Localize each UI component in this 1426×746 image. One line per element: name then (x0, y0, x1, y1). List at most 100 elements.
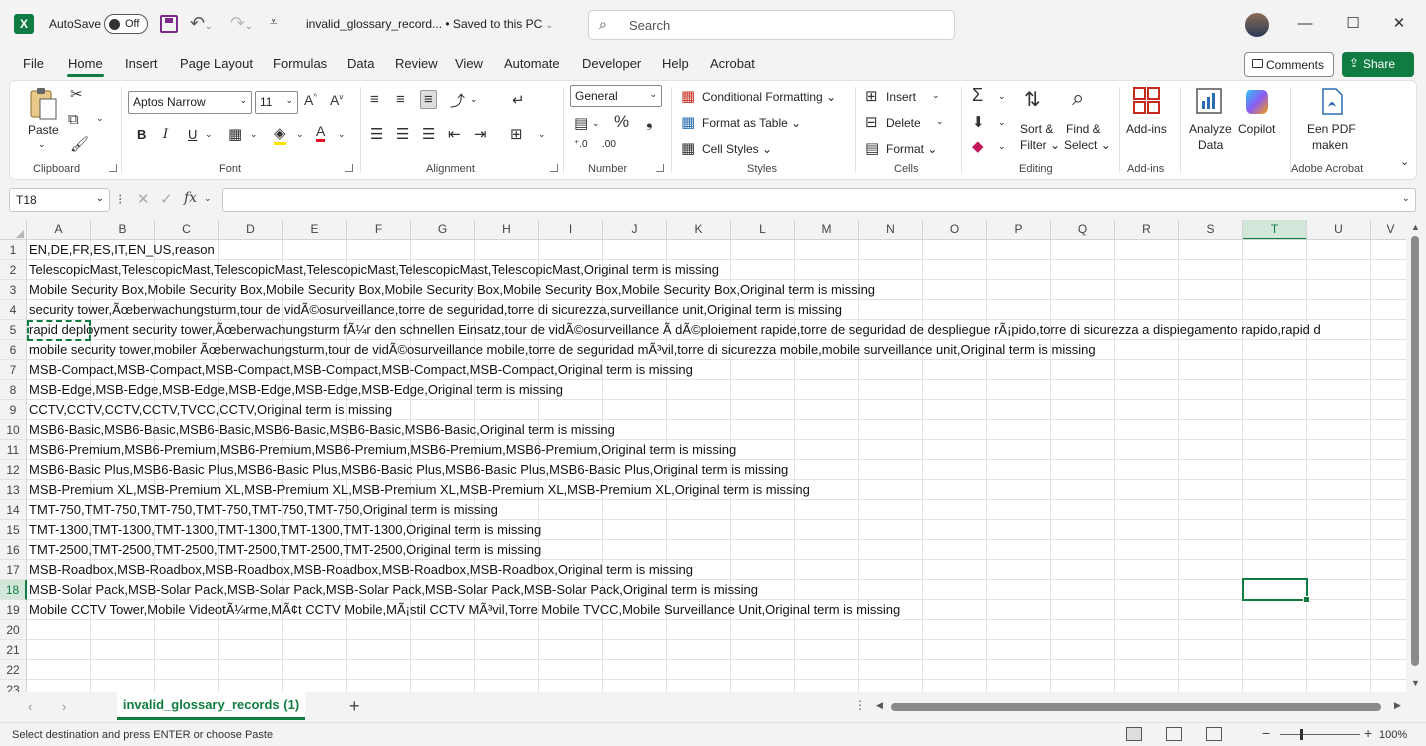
align-right-icon[interactable]: ☰ (422, 125, 435, 143)
paste-icon[interactable] (28, 87, 58, 121)
comments-button[interactable]: Comments (1244, 52, 1334, 77)
orientation-chevron-icon[interactable]: ⌄ (470, 94, 478, 105)
column-header-f[interactable]: F (347, 220, 411, 239)
align-center-icon[interactable]: ☰ (396, 125, 409, 143)
row-header[interactable]: 21 (0, 640, 27, 660)
column-header-o[interactable]: O (923, 220, 987, 239)
sort-filter-icon[interactable]: ⇅ (1024, 87, 1041, 112)
row-header[interactable]: 17 (0, 560, 27, 580)
row-cells[interactable]: mobile security tower,mobiler Ãœberwachu… (27, 340, 1406, 360)
format-as-table-button[interactable]: Format as Table ⌄ (702, 116, 801, 130)
tab-home[interactable]: Home (67, 56, 104, 77)
autosum-icon[interactable]: Σ (972, 85, 983, 106)
row-cells[interactable]: TMT-1300,TMT-1300,TMT-1300,TMT-1300,TMT-… (27, 520, 1406, 540)
row-cells[interactable]: security tower,Ãœberwachungsturm,tour de… (27, 300, 1406, 320)
column-header-h[interactable]: H (475, 220, 539, 239)
cut-icon[interactable]: ✂ (70, 85, 83, 103)
paste-label[interactable]: Paste (28, 123, 59, 137)
scroll-down-icon[interactable]: ▼ (1411, 678, 1420, 688)
tab-page-layout[interactable]: Page Layout (180, 56, 253, 71)
italic-button[interactable]: I (163, 127, 168, 142)
add-sheet-icon[interactable]: + (349, 696, 360, 717)
create-pdf-icon[interactable] (1318, 87, 1346, 117)
maximize-icon[interactable]: ☐ (1338, 10, 1368, 38)
format-cells-icon[interactable]: ▤ (865, 139, 879, 157)
row-header[interactable]: 2 (0, 260, 27, 280)
column-header-d[interactable]: D (219, 220, 283, 239)
scroll-up-icon[interactable]: ▲ (1411, 222, 1420, 232)
tab-automate[interactable]: Automate (504, 56, 560, 71)
row-header[interactable]: 14 (0, 500, 27, 520)
accounting-chevron-icon[interactable]: ⌄ (592, 118, 600, 129)
row-cells[interactable]: CCTV,CCTV,CCTV,CCTV,TVCC,CCTV,Original t… (27, 400, 1406, 420)
analyze-data-icon[interactable] (1195, 87, 1225, 117)
row-cells[interactable]: Mobile CCTV Tower,Mobile VideotÃ¼rme,MÃ¢… (27, 600, 1406, 620)
row-cells[interactable] (27, 620, 1406, 640)
vertical-scroll-thumb[interactable] (1411, 236, 1419, 666)
delete-cells-button[interactable]: Delete (886, 116, 921, 130)
tab-acrobat[interactable]: Acrobat (710, 56, 755, 71)
addins-button[interactable]: Add-ins (1126, 122, 1167, 136)
row-header[interactable]: 11 (0, 440, 27, 460)
row-cells[interactable]: MSB-Roadbox,MSB-Roadbox,MSB-Roadbox,MSB-… (27, 560, 1406, 580)
document-title[interactable]: invalid_glossary_record... • Saved to th… (306, 17, 553, 31)
row-cells[interactable]: TMT-2500,TMT-2500,TMT-2500,TMT-2500,TMT-… (27, 540, 1406, 560)
wrap-text-icon[interactable]: ↵ (512, 91, 525, 109)
row-header[interactable]: 15 (0, 520, 27, 540)
create-pdf-label-2[interactable]: maken (1312, 138, 1348, 152)
close-icon[interactable]: ✕ (1384, 10, 1414, 38)
fill-color-chevron-icon[interactable]: ⌄ (296, 129, 304, 140)
row-cells[interactable]: MSB6-Premium,MSB6-Premium,MSB6-Premium,M… (27, 440, 1406, 460)
comma-style-icon[interactable]: ❟ (646, 112, 653, 132)
row-header[interactable]: 6 (0, 340, 27, 360)
addins-icon[interactable] (1133, 87, 1161, 115)
autosum-chevron-icon[interactable]: ⌄ (998, 91, 1006, 102)
row-cells[interactable]: MSB6-Basic Plus,MSB6-Basic Plus,MSB6-Bas… (27, 460, 1406, 480)
confirm-entry-icon[interactable]: ✓ (160, 190, 173, 208)
cell-styles-button[interactable]: Cell Styles ⌄ (702, 142, 772, 156)
autosave-toggle[interactable]: Off (104, 14, 148, 34)
merge-center-icon[interactable]: ⊞ (510, 125, 523, 143)
analyze-data-label-1[interactable]: Analyze (1189, 122, 1232, 136)
font-color-icon[interactable]: A (316, 123, 326, 142)
cancel-entry-icon[interactable]: ✕ (137, 190, 150, 208)
zoom-level[interactable]: 100% (1379, 729, 1407, 741)
horizontal-scroll-thumb[interactable] (891, 703, 1381, 711)
decrease-decimal-icon[interactable]: .00 (602, 139, 616, 150)
row-cells[interactable]: MSB6-Basic,MSB6-Basic,MSB6-Basic,MSB6-Ba… (27, 420, 1406, 440)
more-options-icon[interactable]: ⁝ (118, 191, 122, 208)
copilot-button[interactable]: Copilot (1238, 122, 1275, 136)
create-pdf-label-1[interactable]: Een PDF (1307, 122, 1356, 136)
align-middle-icon[interactable]: ≡ (396, 91, 405, 108)
row-header[interactable]: 16 (0, 540, 27, 560)
column-header-r[interactable]: R (1115, 220, 1179, 239)
column-header-e[interactable]: E (283, 220, 347, 239)
analyze-data-label-2[interactable]: Data (1198, 138, 1223, 152)
conditional-formatting-button[interactable]: Conditional Formatting ⌄ (702, 90, 836, 104)
clear-icon[interactable]: ◆ (972, 137, 984, 155)
customize-quick-access-icon[interactable]: ⩡ (270, 14, 277, 30)
worksheet-grid[interactable]: ABCDEFGHIJKLMNOPQRSTUV 1 EN,DE,FR,ES,IT,E… (0, 220, 1426, 700)
column-header-u[interactable]: U (1307, 220, 1371, 239)
paste-chevron-icon[interactable]: ⌄ (38, 139, 46, 150)
column-header-q[interactable]: Q (1051, 220, 1115, 239)
find-select-label-1[interactable]: Find & (1066, 122, 1101, 136)
row-cells[interactable]: TelescopicMast,TelescopicMast,Telescopic… (27, 260, 1406, 280)
column-header-v[interactable]: V (1371, 220, 1406, 239)
collapse-ribbon-icon[interactable]: ⌄ (1400, 155, 1409, 168)
copy-icon[interactable]: ⧉ (68, 111, 79, 128)
row-header[interactable]: 1 (0, 240, 27, 260)
alignment-launcher-icon[interactable] (550, 164, 558, 172)
copilot-icon[interactable] (1242, 87, 1272, 117)
active-cell-T18[interactable] (1242, 578, 1310, 603)
row-header[interactable]: 4 (0, 300, 27, 320)
next-sheet-icon[interactable]: › (62, 699, 66, 714)
row-cells[interactable] (27, 640, 1406, 660)
share-button[interactable]: ⇪ Share (1342, 52, 1414, 77)
find-select-button[interactable]: Select ⌄ (1064, 138, 1111, 152)
column-header-p[interactable]: P (987, 220, 1051, 239)
tab-view[interactable]: View (455, 56, 483, 71)
tab-developer[interactable]: Developer (582, 56, 641, 71)
number-format-select[interactable]: General ⌄ (570, 85, 662, 107)
insert-function-icon[interactable]: fx (184, 190, 197, 206)
